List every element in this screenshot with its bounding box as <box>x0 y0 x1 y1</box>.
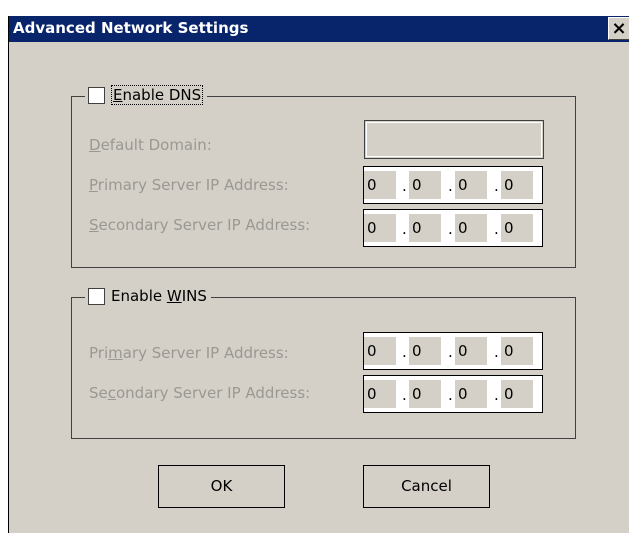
default-domain-label: Default Domain: <box>89 136 212 154</box>
ip-octet-1[interactable]: 0 <box>364 380 396 408</box>
enable-wins-checkbox[interactable] <box>88 287 105 305</box>
dns-primary-label: Primary Server IP Address: <box>89 176 289 194</box>
ip-octet-2[interactable]: 0 <box>409 337 441 365</box>
ip-octet-1[interactable]: 0 <box>364 337 396 365</box>
wins-primary-ip-field[interactable]: 0 . 0 . 0 . 0 <box>363 332 543 370</box>
ip-dot: . <box>448 343 453 361</box>
advanced-network-settings-dialog: Advanced Network Settings × Enable DNS D… <box>8 16 629 533</box>
ip-dot: . <box>448 386 453 404</box>
dns-secondary-label: Secondary Server IP Address: <box>89 216 311 234</box>
dns-secondary-ip-field[interactable]: 0 . 0 . 0 . 0 <box>363 209 543 247</box>
ip-dot: . <box>402 220 407 238</box>
ip-dot: . <box>402 386 407 404</box>
ip-octet-3[interactable]: 0 <box>455 337 487 365</box>
ip-octet-4[interactable]: 0 <box>501 337 533 365</box>
ip-octet-4[interactable]: 0 <box>501 380 533 408</box>
ip-dot: . <box>494 177 499 195</box>
enable-dns-label: Enable DNS <box>111 85 204 105</box>
ip-dot: . <box>494 386 499 404</box>
close-button[interactable]: × <box>608 17 629 40</box>
wins-primary-label: Primary Server IP Address: <box>89 344 289 362</box>
ip-octet-2[interactable]: 0 <box>409 171 441 199</box>
enable-dns-checkbox-row[interactable]: Enable DNS <box>85 85 208 105</box>
enable-wins-label: Enable WINS <box>111 287 207 305</box>
ip-dot: . <box>448 220 453 238</box>
ip-dot: . <box>494 220 499 238</box>
dialog-title: Advanced Network Settings <box>13 19 249 37</box>
ip-dot: . <box>402 343 407 361</box>
enable-wins-checkbox-row[interactable]: Enable WINS <box>85 287 211 305</box>
default-domain-field[interactable] <box>364 120 544 159</box>
ip-dot: . <box>402 177 407 195</box>
wins-secondary-label: Secondary Server IP Address: <box>89 384 311 402</box>
ip-octet-1[interactable]: 0 <box>364 171 396 199</box>
cancel-button[interactable]: Cancel <box>363 465 490 508</box>
ip-octet-1[interactable]: 0 <box>364 214 396 242</box>
ok-button[interactable]: OK <box>158 465 285 508</box>
ip-octet-3[interactable]: 0 <box>455 380 487 408</box>
dns-primary-ip-field[interactable]: 0 . 0 . 0 . 0 <box>363 166 543 204</box>
title-bar: Advanced Network Settings × <box>9 16 629 42</box>
ip-octet-3[interactable]: 0 <box>455 171 487 199</box>
ip-octet-3[interactable]: 0 <box>455 214 487 242</box>
wins-secondary-ip-field[interactable]: 0 . 0 . 0 . 0 <box>363 375 543 413</box>
enable-dns-checkbox[interactable] <box>88 86 105 104</box>
ip-octet-4[interactable]: 0 <box>501 171 533 199</box>
ip-octet-2[interactable]: 0 <box>409 380 441 408</box>
ip-dot: . <box>494 343 499 361</box>
ip-octet-2[interactable]: 0 <box>409 214 441 242</box>
ip-dot: . <box>448 177 453 195</box>
ip-octet-4[interactable]: 0 <box>501 214 533 242</box>
close-icon: × <box>611 18 627 39</box>
